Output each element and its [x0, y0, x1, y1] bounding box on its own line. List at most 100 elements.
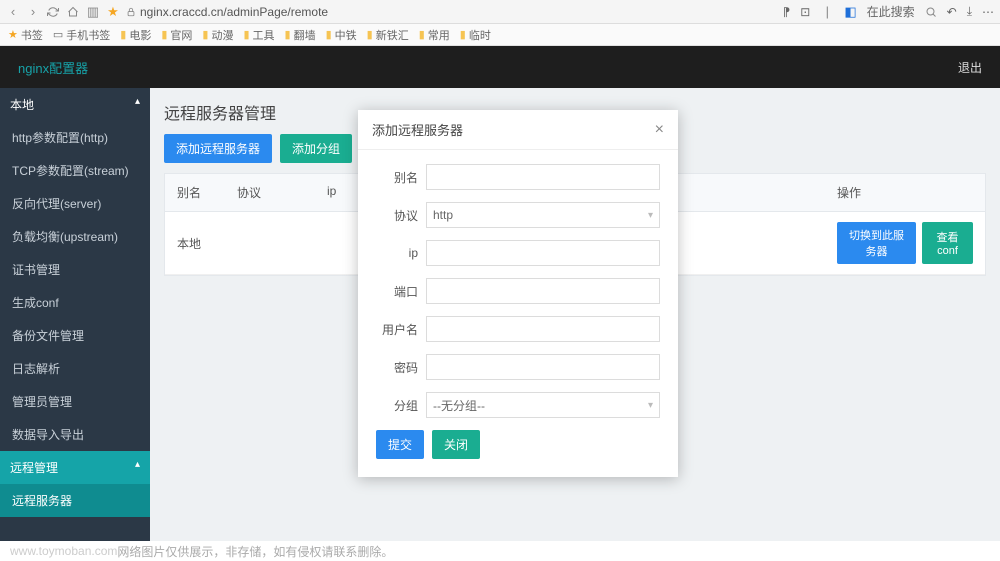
sidebar-item-backup[interactable]: 备份文件管理 — [0, 319, 150, 352]
password-input[interactable] — [426, 354, 660, 380]
port-input[interactable] — [426, 278, 660, 304]
view-conf-button[interactable]: 查看conf — [922, 222, 973, 264]
sidebar-group-local[interactable]: 本地 ▴ — [0, 88, 150, 121]
refresh-icon[interactable] — [46, 5, 60, 19]
label-user: 用户名 — [376, 321, 426, 338]
star-icon: ★ — [8, 28, 18, 41]
undo-icon[interactable]: ↶ — [947, 5, 957, 19]
protocol-value: http — [433, 208, 453, 222]
watermark-text: 网络图片仅供展示，非存储，如有侵权请联系删除。 — [117, 543, 393, 560]
ip-input[interactable] — [426, 240, 660, 266]
cell-op: 切换到此服务器 查看conf — [825, 212, 985, 274]
chevron-up-icon: ▴ — [135, 96, 140, 107]
nav-back-icon[interactable]: ‹ — [6, 5, 20, 19]
cell-protocol — [225, 233, 315, 253]
close-icon[interactable]: × — [655, 121, 664, 139]
bookmark-item[interactable]: ▮工具 — [243, 27, 274, 43]
folder-icon: ▮ — [202, 28, 208, 41]
bookmark-root[interactable]: ★书签 — [8, 27, 43, 43]
switch-server-button[interactable]: 切换到此服务器 — [837, 222, 916, 264]
protocol-select[interactable]: http ▾ — [426, 202, 660, 228]
submit-button[interactable]: 提交 — [376, 430, 424, 459]
group-select[interactable]: --无分组-- ▾ — [426, 392, 660, 418]
folder-icon: ▮ — [161, 28, 167, 41]
watermark: www.toymoban.com 网络图片仅供展示，非存储，如有侵权请联系删除。 — [0, 541, 1000, 561]
page-icon: ▭ — [53, 28, 63, 41]
group-value: --无分组-- — [433, 397, 485, 414]
bookmark-item[interactable]: ▮电影 — [120, 27, 151, 43]
url-text: nginx.craccd.cn/adminPage/remote — [140, 5, 328, 19]
sidebar-item-data[interactable]: 数据导入导出 — [0, 418, 150, 451]
folder-icon: ▮ — [367, 28, 373, 41]
bookmark-item[interactable]: ▭手机书签 — [53, 27, 110, 43]
add-remote-modal: 添加远程服务器 × 别名 协议 http ▾ ip 端口 用户名 密码 — [358, 110, 678, 477]
close-button[interactable]: 关闭 — [432, 430, 480, 459]
bookmark-item[interactable]: ▮中铁 — [326, 27, 357, 43]
sidebar: 本地 ▴ http参数配置(http) TCP参数配置(stream) 反向代理… — [0, 88, 150, 541]
label-port: 端口 — [376, 283, 426, 300]
menu-icon[interactable]: ⋯ — [982, 5, 994, 19]
modal-title: 添加远程服务器 — [372, 120, 463, 139]
username-input[interactable] — [426, 316, 660, 342]
bookmark-bar: ★书签 ▭手机书签 ▮电影 ▮官网 ▮动漫 ▮工具 ▮翻墙 ▮中铁 ▮新铁汇 ▮… — [0, 24, 1000, 46]
bookmark-item[interactable]: ▮翻墙 — [285, 27, 316, 43]
add-remote-button[interactable]: 添加远程服务器 — [164, 134, 272, 163]
folder-icon: ▮ — [243, 28, 249, 41]
sidebar-item-upstream[interactable]: 负载均衡(upstream) — [0, 220, 150, 253]
label-alias: 别名 — [376, 169, 426, 186]
alias-input[interactable] — [426, 164, 660, 190]
panel-icon[interactable]: ▥ — [86, 5, 100, 19]
favorite-star-icon[interactable]: ★ — [106, 5, 120, 19]
nav-forward-icon[interactable]: › — [26, 5, 40, 19]
sidebar-item-tcp[interactable]: TCP参数配置(stream) — [0, 154, 150, 187]
chevron-down-icon: ▾ — [648, 400, 653, 411]
url-bar[interactable]: nginx.craccd.cn/adminPage/remote — [126, 5, 777, 19]
logout-link[interactable]: 退出 — [958, 59, 982, 76]
bookmark-item[interactable]: ▮常用 — [419, 27, 450, 43]
lock-icon — [126, 7, 136, 17]
bookmark-item[interactable]: ▮官网 — [161, 27, 192, 43]
folder-icon: ▮ — [460, 28, 466, 41]
sidebar-item-remote-server[interactable]: 远程服务器 — [0, 484, 150, 517]
folder-icon: ▮ — [285, 28, 291, 41]
browser-right-tools: ⁋ ⊡ | ◧ 在此搜索 ↶ ⤓ ⋯ — [783, 3, 994, 20]
chevron-down-icon: ▾ — [648, 210, 653, 221]
home-icon[interactable] — [66, 5, 80, 19]
modal-header: 添加远程服务器 × — [358, 110, 678, 150]
search-engine-icon[interactable]: ◧ — [844, 4, 856, 20]
th-op: 操作 — [825, 174, 985, 211]
watermark-host: www.toymoban.com — [10, 544, 117, 558]
sidebar-item-genconf[interactable]: 生成conf — [0, 286, 150, 319]
add-group-button[interactable]: 添加分组 — [280, 134, 352, 163]
chevron-up-icon: ▴ — [135, 459, 140, 470]
browser-toolbar: ‹ › ▥ ★ nginx.craccd.cn/adminPage/remote… — [0, 0, 1000, 24]
th-alias: 别名 — [165, 174, 225, 211]
bookmark-item[interactable]: ▮新铁汇 — [367, 27, 409, 43]
search-divider: | — [820, 5, 834, 19]
reader-icon[interactable]: ⊡ — [800, 5, 810, 19]
label-protocol: 协议 — [376, 207, 426, 224]
cell-alias: 本地 — [165, 225, 225, 262]
translate-icon[interactable]: ⁋ — [783, 5, 791, 19]
search-icon[interactable] — [925, 6, 937, 18]
sidebar-item-log[interactable]: 日志解析 — [0, 352, 150, 385]
label-group: 分组 — [376, 397, 426, 414]
sidebar-item-server[interactable]: 反向代理(server) — [0, 187, 150, 220]
sidebar-item-http[interactable]: http参数配置(http) — [0, 121, 150, 154]
sidebar-group-remote[interactable]: 远程管理 ▴ — [0, 451, 150, 484]
app-header: nginx配置器 退出 — [0, 46, 1000, 88]
th-protocol: 协议 — [225, 174, 315, 211]
bookmark-item[interactable]: ▮临时 — [460, 27, 491, 43]
sidebar-item-admin[interactable]: 管理员管理 — [0, 385, 150, 418]
sidebar-item-cert[interactable]: 证书管理 — [0, 253, 150, 286]
folder-icon: ▮ — [120, 28, 126, 41]
download-icon[interactable]: ⤓ — [967, 4, 972, 19]
modal-body: 别名 协议 http ▾ ip 端口 用户名 密码 分组 — [358, 150, 678, 477]
label-ip: ip — [376, 246, 426, 260]
search-hint[interactable]: 在此搜索 — [867, 3, 915, 20]
label-password: 密码 — [376, 359, 426, 376]
app-title: nginx配置器 — [18, 58, 88, 77]
folder-icon: ▮ — [419, 28, 425, 41]
bookmark-item[interactable]: ▮动漫 — [202, 27, 233, 43]
folder-icon: ▮ — [326, 28, 332, 41]
